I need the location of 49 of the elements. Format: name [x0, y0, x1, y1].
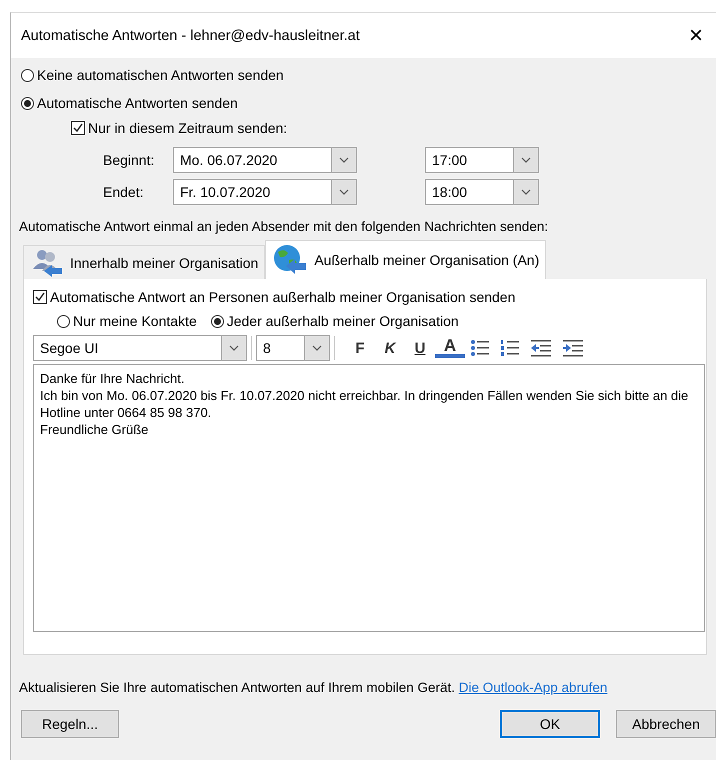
time-field[interactable]: 17:00 — [425, 147, 514, 173]
field-label: Beginnt: — [103, 152, 156, 168]
chevron-down-icon — [521, 157, 531, 163]
bullet-list-icon[interactable] — [470, 339, 490, 357]
cancel-button[interactable]: Abbrechen — [616, 710, 716, 738]
decrease-indent-icon[interactable] — [530, 339, 552, 357]
field-label: Endet: — [103, 184, 144, 200]
radio-label[interactable]: Keine automatischen Antworten senden — [37, 67, 284, 83]
tab[interactable]: Innerhalb meiner Organisation — [23, 245, 266, 279]
section-label: Automatische Antwort einmal an jeden Absender mit den folgenden Nachrichten senden: — [18, 218, 550, 234]
radio-label[interactable]: Automatische Antworten senden — [37, 95, 238, 111]
checkbox[interactable] — [71, 121, 85, 135]
radio-button[interactable] — [210, 314, 224, 328]
bold-button[interactable]: F — [345, 340, 375, 356]
checkbox-label[interactable]: Nur in diesem Zeitraum senden: — [88, 120, 288, 136]
chevron-down-icon — [339, 189, 349, 195]
window-title: Automatische Antworten - lehner@edv-hausleitner.at — [21, 28, 360, 44]
rules-button[interactable]: Regeln... — [21, 710, 119, 738]
globe-icon — [272, 244, 308, 276]
message-line: Danke für Ihre Nachricht. — [40, 370, 186, 387]
checkbox[interactable] — [33, 290, 47, 304]
message-line: Freundliche Grüße — [40, 421, 150, 438]
increase-indent-icon[interactable] — [562, 339, 584, 357]
underline-button[interactable]: U — [405, 340, 435, 356]
message-field[interactable]: Danke für Ihre Nachricht. Ich bin von Mo. 06.07.2020 bis Fr. 10.07.2020 nicht erreichbar. In dringenden Fällen wenden Sie sich bitte an die Hotline unter 0664 85 98 370. Freundliche Grüße — [33, 364, 705, 632]
italic-button[interactable]: K — [375, 340, 405, 356]
message-line: Ich bin von Mo. 06.07.2020 bis Fr. 10.07.2020 nicht erreichbar. In dringenden Fällen wenden Sie sich bitte an die Hotline unter 0664 85 98 370. — [40, 387, 690, 421]
ok-button[interactable]: OK — [500, 710, 600, 738]
font-color-button[interactable]: A — [435, 338, 465, 358]
close-button[interactable]: × — [676, 22, 716, 50]
chevron-down-icon — [312, 345, 322, 351]
chevron-down-icon — [229, 345, 239, 351]
radio-label[interactable]: Jeder außerhalb meiner Organisation — [226, 313, 459, 329]
time-field[interactable]: 18:00 — [425, 179, 514, 205]
font-name-field[interactable]: Segoe UI — [33, 335, 222, 361]
checkbox-label[interactable]: Automatische Antwort an Personen außerhalb meiner Organisation senden — [50, 289, 516, 305]
mobile-note: Aktualisieren Sie Ihre automatischen Antworten auf Ihrem mobilen Gerät. — [19, 680, 455, 695]
numbered-list-icon[interactable] — [500, 339, 520, 357]
chevron-down-icon — [521, 189, 531, 195]
radio-button[interactable] — [21, 68, 34, 82]
tab[interactable]: Außerhalb meiner Organisation (An) — [265, 240, 546, 279]
radio-button[interactable] — [57, 314, 70, 328]
date-field[interactable]: Fr. 10.07.2020 — [173, 179, 332, 205]
font-size-field[interactable]: 8 — [256, 335, 305, 361]
radio-label[interactable]: Nur meine Kontakte — [73, 313, 197, 329]
chevron-down-icon — [339, 157, 349, 163]
outlook-app-link[interactable]: Die Outlook-App abrufen — [458, 680, 608, 695]
date-field[interactable]: Mo. 06.07.2020 — [173, 147, 332, 173]
radio-button[interactable] — [21, 96, 34, 110]
